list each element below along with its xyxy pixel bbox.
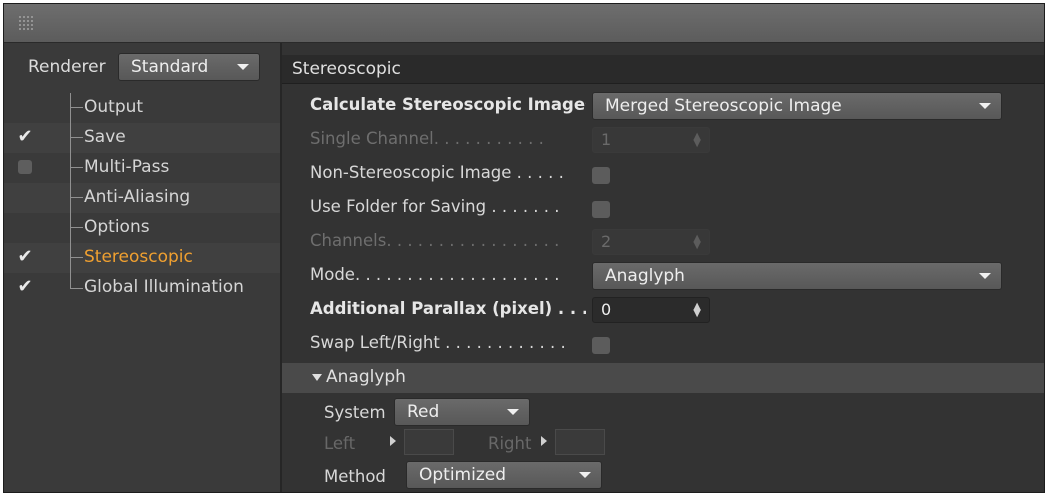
calc-stereo-value: Merged Stereoscopic Image — [605, 96, 842, 116]
drag-grip-icon[interactable] — [18, 15, 34, 31]
parallax-row: Additional Parallax (pixel) . . . 0 ▲ ▼ — [282, 295, 1044, 325]
tree-branch-line — [70, 183, 83, 213]
chevron-down-icon — [237, 64, 249, 70]
tree-item-label: Save — [84, 127, 126, 147]
checkmark-icon[interactable]: ✔ — [16, 248, 34, 266]
mode-value: Anaglyph — [605, 266, 685, 286]
settings-tree: Output ✔ Save Multi-Pass Anti-Aliasing O… — [4, 93, 280, 303]
mode-row: Mode. . . . . . . . . . . . . . . . . . … — [282, 261, 1044, 291]
system-dropdown[interactable]: Red — [394, 398, 530, 426]
chevron-down-icon — [979, 103, 991, 109]
checkmark-icon[interactable]: ✔ — [16, 278, 34, 296]
checkmark-icon[interactable]: ✔ — [16, 128, 34, 146]
right-color-label: Right — [488, 434, 532, 453]
swap-row: Swap Left/Right . . . . . . . . . . . . — [282, 329, 1044, 359]
swap-checkbox[interactable] — [592, 337, 610, 354]
non-stereo-checkbox[interactable] — [592, 167, 610, 184]
expand-arrow-icon[interactable] — [390, 436, 396, 446]
renderer-dropdown[interactable]: Standard — [118, 53, 260, 81]
method-label: Method — [324, 467, 386, 486]
channels-input[interactable]: 2 ▲ ▼ — [592, 229, 710, 255]
chevron-down-icon — [979, 273, 991, 279]
single-channel-value: 1 — [601, 130, 612, 149]
renderer-row: Renderer Standard — [4, 53, 280, 83]
tree-item-label: Output — [84, 97, 144, 117]
parallax-value: 0 — [601, 300, 612, 319]
settings-sidebar: Renderer Standard Output ✔ Save Multi-Pa… — [4, 43, 282, 492]
calc-stereo-row: Calculate Stereoscopic Images Merged Ste… — [282, 91, 1044, 121]
tree-item-global-illumination[interactable]: ✔ Global Illumination — [4, 273, 280, 303]
non-stereo-row: Non-Stereoscopic Image . . . . . — [282, 159, 1044, 189]
left-color-label: Left — [324, 434, 356, 453]
renderer-label: Renderer — [28, 57, 106, 77]
expand-arrow-icon[interactable] — [541, 436, 547, 446]
system-label: System — [324, 403, 386, 422]
channels-value: 2 — [601, 232, 612, 251]
spinner-arrows-icon[interactable]: ▲ ▼ — [693, 234, 701, 251]
tree-item-save[interactable]: ✔ Save — [4, 123, 280, 153]
tree-item-label: Global Illumination — [84, 277, 244, 297]
tree-branch-line — [70, 123, 83, 153]
tree-branch-line — [70, 213, 83, 243]
parallax-label: Additional Parallax (pixel) . . . — [310, 299, 586, 318]
calc-stereo-label: Calculate Stereoscopic Images — [310, 95, 586, 114]
chevron-down-icon — [579, 472, 591, 478]
channels-label: Channels. . . . . . . . . . . . . . . . … — [310, 231, 560, 250]
anaglyph-group-title: Anaglyph — [326, 367, 406, 387]
tree-branch-line — [70, 153, 83, 183]
collapse-triangle-icon[interactable] — [312, 374, 322, 381]
title-bar[interactable] — [4, 4, 1044, 43]
tree-item-stereoscopic[interactable]: ✔ Stereoscopic — [4, 243, 280, 273]
single-channel-input[interactable]: 1 ▲ ▼ — [592, 127, 710, 153]
use-folder-checkbox[interactable] — [592, 201, 610, 218]
single-channel-row: Single Channel. . . . . . . . . . . 1 ▲ ▼ — [282, 125, 1044, 155]
spinner-arrows-icon[interactable]: ▲ ▼ — [693, 302, 701, 319]
renderer-dropdown-value: Standard — [131, 57, 209, 77]
tree-item-multi-pass[interactable]: Multi-Pass — [4, 153, 280, 183]
settings-content: Stereoscopic Calculate Stereoscopic Imag… — [282, 43, 1044, 492]
swap-label: Swap Left/Right . . . . . . . . . . . . — [310, 333, 566, 352]
section-title: Stereoscopic — [292, 59, 401, 79]
right-color-swatch[interactable] — [555, 429, 605, 455]
chevron-down-icon — [507, 409, 519, 415]
method-value: Optimized — [419, 465, 507, 485]
tree-item-output[interactable]: Output — [4, 93, 280, 123]
tree-item-label: Anti-Aliasing — [84, 187, 191, 207]
tree-item-options[interactable]: Options — [4, 213, 280, 243]
render-settings-window: Renderer Standard Output ✔ Save Multi-Pa… — [3, 3, 1045, 493]
tree-item-label: Multi-Pass — [84, 157, 170, 177]
anaglyph-group-header[interactable]: Anaglyph — [282, 363, 1044, 393]
tree-item-label: Options — [84, 217, 150, 237]
tree-item-label: Stereoscopic — [84, 247, 193, 267]
checkbox-unchecked[interactable] — [18, 160, 32, 174]
parallax-input[interactable]: 0 ▲ ▼ — [592, 297, 710, 323]
calc-stereo-dropdown[interactable]: Merged Stereoscopic Image — [592, 92, 1002, 120]
single-channel-label: Single Channel. . . . . . . . . . . — [310, 129, 544, 148]
spinner-arrows-icon[interactable]: ▲ ▼ — [693, 132, 701, 149]
tree-item-anti-aliasing[interactable]: Anti-Aliasing — [4, 183, 280, 213]
mode-dropdown[interactable]: Anaglyph — [592, 262, 1002, 290]
section-header: Stereoscopic — [282, 55, 1044, 84]
method-dropdown[interactable]: Optimized — [406, 461, 602, 489]
channels-row: Channels. . . . . . . . . . . . . . . . … — [282, 227, 1044, 257]
non-stereo-label: Non-Stereoscopic Image . . . . . — [310, 163, 564, 182]
system-value: Red — [407, 402, 440, 422]
tree-branch-line — [70, 273, 83, 289]
use-folder-label: Use Folder for Saving . . . . . . . — [310, 197, 560, 216]
mode-label: Mode. . . . . . . . . . . . . . . . . . … — [310, 265, 560, 284]
left-color-swatch[interactable] — [404, 429, 454, 455]
tree-branch-line — [70, 93, 83, 123]
use-folder-row: Use Folder for Saving . . . . . . . — [282, 193, 1044, 223]
tree-branch-line — [70, 243, 83, 273]
